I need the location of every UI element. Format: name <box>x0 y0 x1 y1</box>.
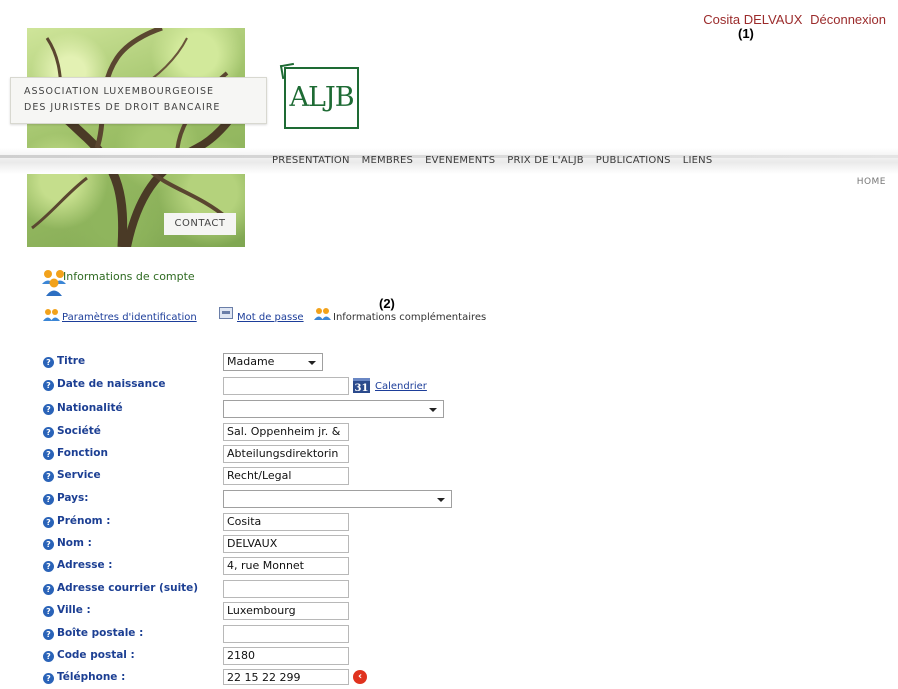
tab-password[interactable]: Mot de passe <box>237 312 304 323</box>
label-adresse: ? Adresse : <box>43 559 112 572</box>
help-icon[interactable]: ? <box>43 357 54 368</box>
label-nationalite: ? Nationalité <box>43 402 123 415</box>
help-icon[interactable]: ? <box>43 651 54 662</box>
help-icon[interactable]: ? <box>43 494 54 505</box>
back-arrow-icon[interactable]: ‹ <box>353 670 367 684</box>
annotation-1: (1) <box>738 26 754 41</box>
user-bar: Cosita DELVAUX Déconnexion <box>699 12 886 27</box>
help-icon[interactable]: ? <box>43 449 54 460</box>
calendar-link[interactable]: Calendrier <box>375 381 427 392</box>
users-small-icon-2 <box>314 306 331 325</box>
tab-password-label[interactable]: Mot de passe <box>237 312 304 323</box>
help-icon[interactable]: ? <box>43 561 54 572</box>
adresse-input[interactable]: 4, rue Monnet <box>223 557 349 575</box>
nav-item-publications[interactable]: PUBLICATIONS <box>596 155 671 166</box>
tab-identification-label[interactable]: Paramètres d'identification <box>62 312 197 323</box>
logout-link[interactable]: Déconnexion <box>810 12 886 27</box>
main-nav: PRESENTATION MEMBRES EVENEMENTS PRIX DE … <box>272 155 712 166</box>
help-icon[interactable]: ? <box>43 380 54 391</box>
label-fonction: ? Fonction <box>43 447 108 460</box>
user-name: Cosita DELVAUX <box>703 12 803 27</box>
adresse-suite-input[interactable] <box>223 580 349 598</box>
association-line-2: DES JURISTES DE DROIT BANCAIRE <box>24 102 221 113</box>
password-icon <box>219 307 233 319</box>
label-titre: ? Titre <box>43 355 85 368</box>
contact-button[interactable]: CONTACT <box>164 213 236 235</box>
nav-item-liens[interactable]: LIENS <box>683 155 713 166</box>
calendar-icon[interactable]: 31 <box>353 378 370 394</box>
boite-postale-input[interactable] <box>223 625 349 643</box>
help-icon[interactable]: ? <box>43 673 54 684</box>
nom-input[interactable]: DELVAUX <box>223 535 349 553</box>
aljb-logo[interactable]: ALJB <box>284 67 359 129</box>
help-icon[interactable]: ? <box>43 629 54 640</box>
label-date-naissance: ? Date de naissance <box>43 378 165 391</box>
help-icon[interactable]: ? <box>43 517 54 528</box>
nav-item-evenements[interactable]: EVENEMENTS <box>425 155 495 166</box>
label-service: ? Service <box>43 469 101 482</box>
label-prenom: ? Prénom : <box>43 515 110 528</box>
label-pays: ? Pays: <box>43 492 88 505</box>
label-adresse-suite: ? Adresse courrier (suite) <box>43 582 198 595</box>
help-icon[interactable]: ? <box>43 606 54 617</box>
label-telephone: ? Téléphone : <box>43 671 125 684</box>
nav-item-presentation[interactable]: PRESENTATION <box>272 155 350 166</box>
label-societe: ? Société <box>43 425 101 438</box>
ville-input[interactable]: Luxembourg <box>223 602 349 620</box>
date-naissance-input[interactable] <box>223 377 349 395</box>
users-small-icon <box>43 307 60 326</box>
nationalite-select[interactable] <box>223 400 444 418</box>
chevron-down-icon <box>437 498 445 502</box>
chevron-down-icon <box>429 408 437 412</box>
label-nom: ? Nom : <box>43 537 92 550</box>
fonction-input[interactable]: Abteilungsdirektorin <box>223 445 349 463</box>
annotation-2: (2) <box>379 296 395 311</box>
help-icon[interactable]: ? <box>43 404 54 415</box>
association-line-1: ASSOCIATION LUXEMBOURGEOISE <box>24 86 214 97</box>
help-icon[interactable]: ? <box>43 427 54 438</box>
telephone-input[interactable]: 22 15 22 299 <box>223 669 349 685</box>
chevron-down-icon <box>308 361 316 365</box>
nav-item-membres[interactable]: MEMBRES <box>362 155 413 166</box>
pays-select[interactable] <box>223 490 452 508</box>
tab-extra-info[interactable]: Informations complémentaires <box>333 312 486 323</box>
tab-extra-info-label[interactable]: Informations complémentaires <box>333 312 486 323</box>
help-icon[interactable]: ? <box>43 584 54 595</box>
label-code-postal: ? Code postal : <box>43 649 135 662</box>
label-boite-postale: ? Boîte postale : <box>43 627 143 640</box>
association-banner: ASSOCIATION LUXEMBOURGEOISE DES JURISTES… <box>10 77 267 124</box>
titre-select[interactable]: Madame <box>223 353 323 371</box>
code-postal-input[interactable]: 2180 <box>223 647 349 665</box>
help-icon[interactable]: ? <box>43 471 54 482</box>
nav-item-prix[interactable]: PRIX DE L'ALJB <box>507 155 584 166</box>
help-icon[interactable]: ? <box>43 539 54 550</box>
home-link[interactable]: HOME <box>857 177 886 187</box>
societe-input[interactable]: Sal. Oppenheim jr. & <box>223 423 349 441</box>
label-ville: ? Ville : <box>43 604 91 617</box>
service-input[interactable]: Recht/Legal <box>223 467 349 485</box>
tab-identification[interactable]: Paramètres d'identification <box>62 312 197 323</box>
prenom-input[interactable]: Cosita <box>223 513 349 531</box>
account-title: Informations de compte <box>63 270 195 283</box>
